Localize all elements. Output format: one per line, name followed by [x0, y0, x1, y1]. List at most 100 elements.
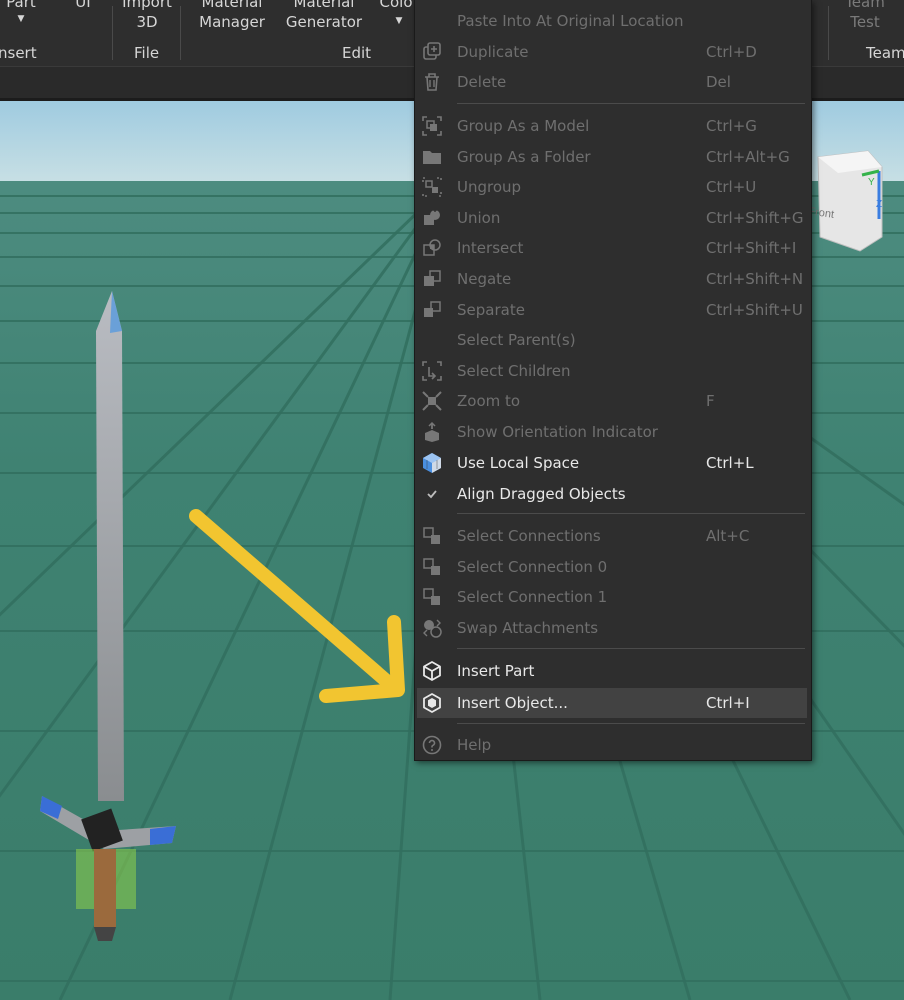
menu-item-separate[interactable]: Separate Ctrl+Shift+U [415, 295, 811, 325]
orientation-icon [425, 421, 439, 442]
context-menu: Paste Into At Original Location Duplicat… [414, 0, 812, 761]
folder-icon [423, 151, 441, 164]
menu-separator [457, 103, 805, 104]
menu-item-shortcut: Alt+C [706, 527, 750, 545]
group-label-file: File [134, 44, 160, 62]
import-3d-line1: Import [122, 0, 172, 11]
menu-item-shortcut: Ctrl+Shift+N [706, 270, 804, 288]
connections-icon [423, 558, 440, 575]
menu-item-align-dragged-objects[interactable]: Align Dragged Objects [415, 479, 811, 509]
hexagon-icon [423, 693, 441, 713]
menu-item-select-connection-1[interactable]: Select Connection 1 [415, 582, 811, 612]
menu-item-shortcut: Del [706, 73, 731, 91]
crossguard-right-tip [150, 826, 176, 845]
menu-item-label: Align Dragged Objects [457, 485, 626, 503]
menu-item-label: Union [457, 209, 501, 227]
menu-item-label: Insert Object... [457, 694, 568, 712]
material-manager-line2: Manager [199, 13, 265, 31]
menu-item-label: Group As a Folder [457, 148, 591, 166]
menu-item-delete[interactable]: Delete Del [415, 67, 811, 97]
menu-item-shortcut: F [706, 392, 715, 410]
material-manager-button[interactable]: Material Manager [192, 0, 272, 40]
help-icon [422, 735, 442, 755]
union-icon [424, 208, 440, 225]
menu-item-shortcut: Ctrl+Shift+I [706, 239, 797, 257]
group-label-insert: nsert [0, 44, 37, 62]
chevron-down-icon[interactable]: ▼ [2, 12, 40, 26]
intersect-icon [423, 239, 441, 256]
view-cube-z-axis: Z [876, 199, 882, 210]
menu-item-shortcut: Ctrl+Shift+U [706, 301, 803, 319]
menu-item-ungroup[interactable]: Ungroup Ctrl+U [415, 172, 811, 202]
menu-item-shortcut: Ctrl+Shift+G [706, 209, 804, 227]
menu-item-union[interactable]: Union Ctrl+Shift+G [415, 203, 811, 233]
menu-item-select-connections[interactable]: Select Connections Alt+C [415, 521, 811, 551]
sword-handle [94, 849, 116, 927]
menu-item-label: Zoom to [457, 392, 521, 410]
menu-item-help[interactable]: Help [415, 730, 811, 760]
menu-item-shortcut: Ctrl+L [706, 454, 754, 472]
import-3d-line2: 3D [136, 13, 158, 31]
menu-item-zoom-to[interactable]: Zoom to F [415, 386, 811, 416]
menu-item-label: Group As a Model [457, 117, 590, 135]
menu-item-select-parents[interactable]: Select Parent(s) [415, 325, 811, 355]
part-button-label: Part [6, 0, 36, 11]
team-test-line1: Team [845, 0, 885, 11]
group-label-team: Team [866, 44, 904, 62]
team-test-button[interactable]: Team Test [838, 0, 892, 40]
connections-icon [423, 527, 440, 544]
menu-item-label: Insert Part [457, 662, 535, 680]
menu-item-label: Use Local Space [457, 454, 580, 472]
menu-item-label: Select Parent(s) [457, 331, 576, 349]
menu-item-swap-attachments[interactable]: Swap Attachments [415, 613, 811, 643]
menu-item-label: Help [457, 736, 492, 754]
menu-item-label: Swap Attachments [457, 619, 599, 637]
menu-item-show-orientation[interactable]: Show Orientation Indicator [415, 417, 811, 447]
menu-separator [457, 513, 805, 514]
menu-item-label: Duplicate [457, 43, 529, 61]
chevron-down-icon[interactable]: ▼ [384, 14, 414, 28]
color-button-label: Colo [379, 0, 413, 11]
menu-separator [457, 648, 805, 649]
menu-item-group-as-folder[interactable]: Group As a Folder Ctrl+Alt+G [415, 142, 811, 172]
group-model-icon [422, 116, 442, 136]
swap-attachments-icon [423, 619, 442, 638]
negate-icon [424, 270, 441, 286]
color-button[interactable]: Colo ▼ [378, 0, 414, 40]
group-label-edit: Edit [342, 44, 372, 62]
ui-button-label: UI [75, 0, 91, 11]
menu-item-label: Intersect [457, 239, 524, 257]
menu-item-group-as-model[interactable]: Group As a Model Ctrl+G [415, 111, 811, 141]
ribbon-divider [180, 6, 181, 60]
menu-item-paste-into-original[interactable]: Paste Into At Original Location [415, 6, 811, 36]
connections-icon [423, 588, 440, 605]
material-generator-line2: Generator [285, 13, 363, 31]
menu-item-select-children[interactable]: Select Children [415, 356, 811, 386]
menu-item-label: Select Children [457, 362, 571, 380]
menu-item-label: Separate [457, 301, 525, 319]
menu-item-duplicate[interactable]: Duplicate Ctrl+D [415, 37, 811, 67]
menu-item-use-local-space[interactable]: Use Local Space Ctrl+L [415, 448, 811, 478]
menu-item-negate[interactable]: Negate Ctrl+Shift+N [415, 264, 811, 294]
view-cube-y-axis: Y [868, 177, 875, 188]
sword-blade [96, 291, 124, 801]
menu-item-shortcut: Ctrl+G [706, 117, 757, 135]
menu-item-label: Paste Into At Original Location [457, 12, 684, 30]
menu-item-shortcut: Ctrl+U [706, 178, 757, 196]
menu-item-insert-part[interactable]: Insert Part [415, 656, 811, 686]
menu-item-intersect[interactable]: Intersect Ctrl+Shift+I [415, 233, 811, 263]
part-button[interactable]: Part ▼ [2, 0, 40, 40]
material-manager-line1: Material [201, 0, 263, 11]
menu-item-label: Select Connection 1 [457, 588, 608, 606]
team-test-line2: Test [850, 13, 880, 31]
duplicate-icon [423, 42, 441, 60]
ribbon-divider [828, 6, 829, 60]
menu-item-label: Negate [457, 270, 512, 288]
menu-item-select-connection-0[interactable]: Select Connection 0 [415, 552, 811, 582]
menu-item-label: Select Connections [457, 527, 601, 545]
menu-item-insert-object[interactable]: Insert Object... Ctrl+I [417, 688, 807, 718]
ui-button[interactable]: UI [68, 0, 98, 40]
material-generator-button[interactable]: Material Generator [282, 0, 366, 40]
separate-icon [424, 301, 441, 317]
import-3d-button[interactable]: Import 3D [115, 0, 179, 40]
